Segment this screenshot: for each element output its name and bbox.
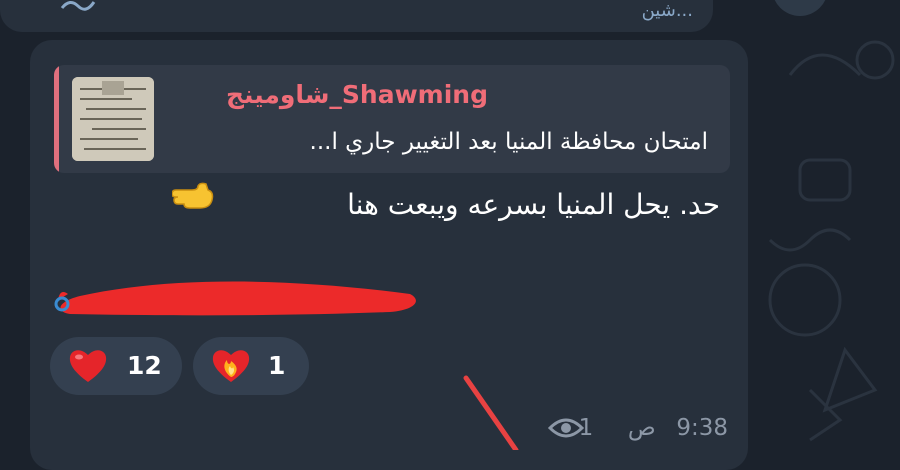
reply-preview[interactable]: شاومينج_Shawming امتحان محافظة المنيا بع…: [54, 65, 730, 173]
message-text: حد. يحل المنيا بسرعه ويبعت هنا: [347, 188, 720, 221]
message-meta: 1 ص 9:38: [579, 415, 728, 441]
red-annotation-stroke: [463, 375, 519, 450]
previous-message-bubble[interactable]: ...شين: [0, 0, 713, 32]
reply-accent-bar: [54, 65, 59, 173]
mention-icon: [60, 1, 96, 11]
views-count: 1: [578, 415, 594, 441]
reply-thumbnail: [72, 77, 154, 161]
heart-icon: [69, 350, 107, 382]
red-scribble-redaction: [54, 281, 416, 316]
reaction-count: 12: [127, 351, 162, 380]
previous-message-text: ...شين: [641, 0, 693, 21]
timestamp: 9:38: [676, 415, 728, 441]
heart-on-fire-icon: [212, 350, 250, 382]
time-period: ص: [627, 415, 656, 441]
reaction-heart[interactable]: 12: [50, 337, 182, 395]
reply-sender-name: شاومينج_Shawming: [225, 80, 488, 109]
pointing-hand-icon: [172, 182, 214, 209]
reply-text: امتحان محافظة المنيا بعد التغيير جاري ا.…: [309, 129, 708, 155]
reaction-count: 1: [268, 351, 286, 380]
reaction-heart-on-fire[interactable]: 1: [193, 337, 309, 395]
